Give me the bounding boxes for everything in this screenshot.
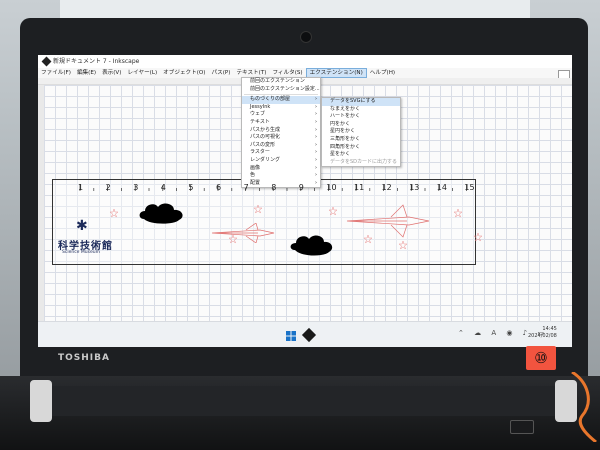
menu-item-label: ものづくりの部屋 [250,96,291,103]
ruler-tick-label: 9 [298,183,304,192]
menu-item-raster[interactable]: ラスター › [242,149,320,157]
menu-item-visualize-path[interactable]: パスの可視化 › [242,134,320,142]
ruler-tick-label: 2 [105,183,111,192]
menu-item-label: なまえをかく [330,105,361,112]
laptop-hinge [35,386,575,416]
menu-item-label: レンダリング [250,156,281,163]
menu-item-label: 三角形をかく [330,135,361,142]
menu-item-render[interactable]: レンダリング › [242,157,320,165]
ruler-tick-label: 4 [160,183,166,192]
star-decorations [109,205,483,250]
science-museum-logo-icon: ✱ [76,218,88,234]
menu-item-label: JessyInk [250,103,271,110]
ruler-tick-label: 14 [436,183,447,192]
menu-item-label: 色 [250,172,256,179]
menu-item-text[interactable]: テキスト › [242,119,320,127]
menu-item-color[interactable]: 色 › [242,172,320,180]
submenu-arrow-icon: › [315,164,317,171]
menu-item-label: ハートをかく [330,113,361,120]
submenu-arrow-icon: › [315,134,317,141]
submenu-arrow-icon: › [315,96,317,103]
menu-item-label: パスの可視化 [250,134,281,141]
menu-item-previous-extension[interactable]: 前回のエクステンション [242,78,320,86]
submenu-arrow-icon: › [315,156,317,163]
ruler-tick-label: 13 [409,183,420,192]
app-titlebar: 新規ドキュメント 7 - Inkscape [38,55,572,68]
menu-view[interactable]: 表示(V) [99,68,124,78]
menu-item-label: パスの変形 [250,141,276,148]
menu-item-label: 配置 [250,179,261,186]
number-sticker: ⑩ [526,346,556,370]
clock-time: 14:45 [542,326,557,332]
power-button[interactable] [510,420,534,434]
menu-item-label: 画像 [250,164,261,171]
menu-item-label: テキスト [250,118,270,125]
ruler-tick-label: 10 [326,183,337,192]
monozukuri-submenu: データをSVGにする なまえをかく ハートをかく 円をかく 星円をかく 三角形を… [321,97,401,168]
menu-item-label: 前回のエクステンション設定... [250,85,320,92]
menu-item-label: 星円をかく [330,128,356,135]
menu-item-images[interactable]: 画像 › [242,165,320,173]
menu-layer[interactable]: レイヤー(L) [124,68,160,78]
submenu-item-data-to-svg[interactable]: データをSVGにする [322,98,400,106]
submenu-item-draw-star-circle[interactable]: 星円をかく [322,128,400,136]
menu-file[interactable]: ファイル(F) [38,68,74,78]
orange-cable [571,372,597,442]
ruler-tick-label: 3 [133,183,139,192]
ruler-tick-label: 6 [216,183,222,192]
menu-item-label: 四角形をかく [330,143,361,150]
submenu-arrow-icon: › [315,141,317,148]
ruler-tick-label: 7 [243,183,249,192]
clock-date: 2024/02/08 [528,333,557,339]
windows-start-icon[interactable] [286,331,296,341]
menu-item-label: 円をかく [330,120,351,127]
menu-item-label: 星をかく [330,151,351,158]
menu-item-previous-extension-settings[interactable]: 前回のエクステンション設定... [242,86,320,94]
menu-item-label: データをSDカードに出力する [330,158,398,165]
laptop-screen: 新規ドキュメント 7 - Inkscape ファイル(F) 編集(E) 表示(V) レ… [38,55,572,347]
ruler-tick-label: 15 [464,183,475,192]
submenu-arrow-icon: › [315,172,317,179]
menu-item-label: 前回のエクステンション [250,78,305,84]
inkscape-logo-icon [41,56,52,67]
submenu-arrow-icon: › [315,111,317,118]
submenu-arrow-icon: › [315,103,317,110]
extensions-menu: 前回のエクステンション 前回のエクステンション設定... ものづくりの部屋 › J… [241,77,321,189]
menu-item-label: パスから生成 [250,126,281,133]
submenu-item-draw-triangle[interactable]: 三角形をかく [322,136,400,144]
menu-item-arrange[interactable]: 配置 › [242,180,320,188]
menu-path[interactable]: パス(P) [209,68,234,78]
submenu-arrow-icon: › [315,149,317,156]
menu-item-label: ウェブ [250,111,266,118]
menu-item-monozukuri[interactable]: ものづくりの部屋 › [242,96,320,104]
menu-item-web[interactable]: ウェブ › [242,111,320,119]
ruler-tick-label: 1 [78,183,84,192]
ruler-tick-label: 5 [188,183,194,192]
menu-edit[interactable]: 編集(E) [74,68,99,78]
menu-object[interactable]: オブジェクト(O) [160,68,208,78]
hinge-cover-left [30,380,52,422]
submenu-item-draw-star[interactable]: 星をかく [322,151,400,159]
ruler-tick-label: 12 [381,183,392,192]
submenu-item-export-sd[interactable]: データをSDカードに出力する [322,159,400,167]
app-title: 新規ドキュメント 7 - Inkscape [53,58,140,65]
submenu-arrow-icon: › [315,118,317,125]
webcam [300,31,312,43]
submenu-arrow-icon: › [315,179,317,186]
menu-help[interactable]: ヘルプ(H) [367,68,398,78]
taskbar-clock[interactable]: 14:45 2024/02/08 [528,326,557,340]
ruler-tick-label: 11 [354,183,365,192]
laptop-brand: TOSHIBA [58,353,110,363]
logo-subtitle: Science Museum [62,250,100,255]
background-window [60,0,530,20]
ruler-tick-label: 8 [271,183,277,192]
submenu-arrow-icon: › [315,126,317,133]
menu-item-label: ラスター [250,149,270,156]
menu-item-label: データをSVGにする [330,98,376,104]
submenu-item-draw-heart[interactable]: ハートをかく [322,113,400,121]
